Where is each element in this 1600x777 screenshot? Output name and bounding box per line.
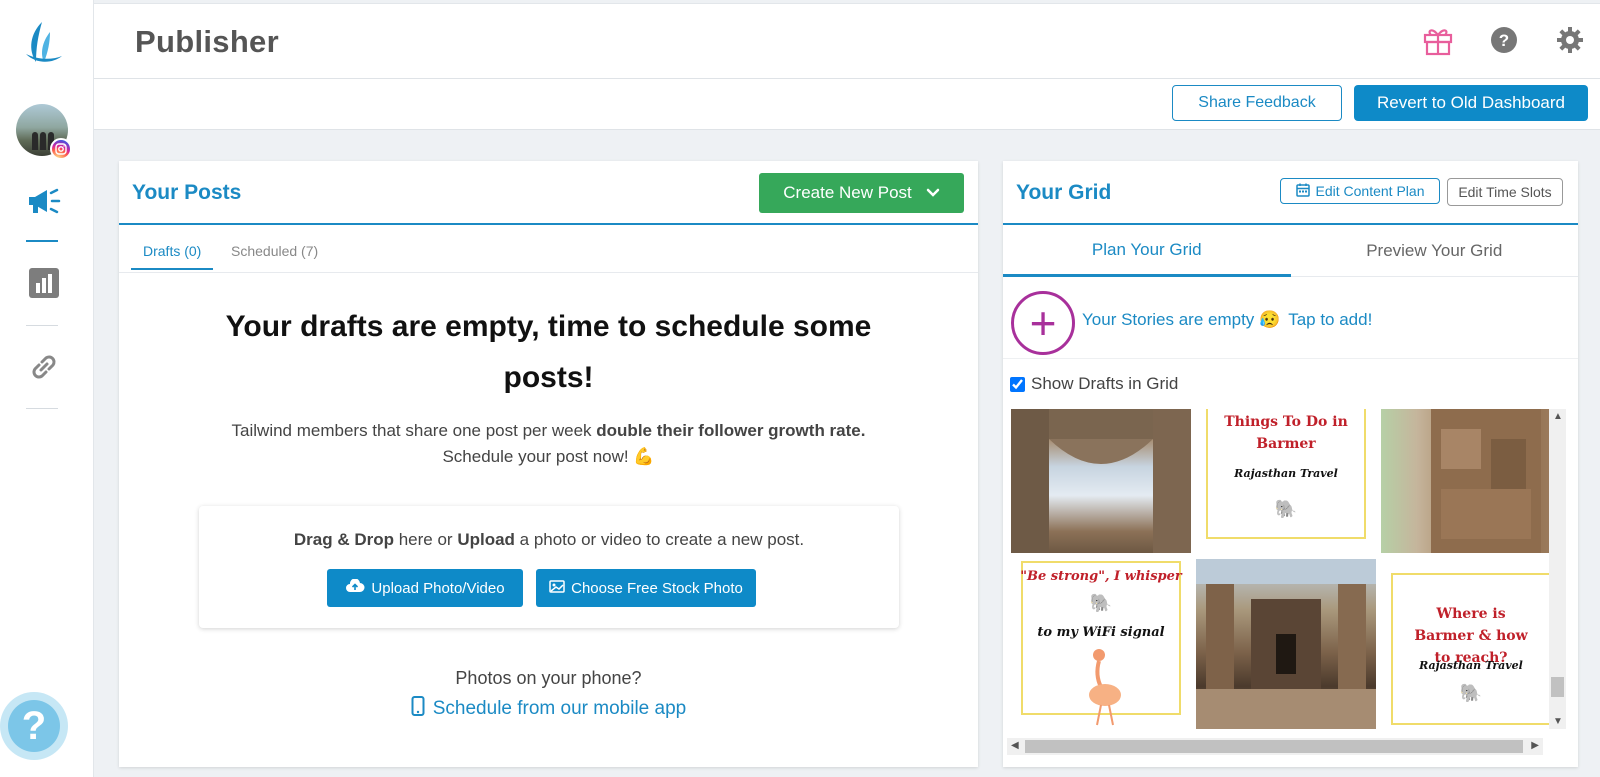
upload-dropzone[interactable]: Drag & Drop here or Upload a photo or vi… (199, 506, 899, 628)
posts-title: Your Posts (132, 181, 242, 204)
mobile-app-link[interactable]: Schedule from our mobile app (119, 696, 978, 722)
megaphone-icon[interactable] (26, 183, 62, 219)
chevron-down-icon (926, 183, 940, 203)
nav-active-indicator (26, 240, 58, 242)
page-title: Publisher (135, 24, 279, 59)
stories-empty-message: Your Stories are empty 😥 Tap to add! (1082, 310, 1372, 330)
edit-time-slots-button[interactable]: Edit Time Slots (1447, 178, 1563, 206)
show-drafts-label: Show Drafts in Grid (1031, 374, 1179, 393)
grid-title: Your Grid (1016, 181, 1112, 204)
sidebar: ? (0, 0, 94, 777)
empty-drafts-subtext: Tailwind members that share one post per… (119, 418, 978, 470)
grid-horizontal-scrollbar[interactable]: ◀ ▶ (1007, 738, 1543, 755)
cloud-upload-icon (345, 578, 365, 597)
card-logo: 🐘 (1459, 683, 1483, 704)
upload-button-label: Upload Photo/Video (371, 579, 505, 597)
card-title: Things To Do in Barmer (1224, 414, 1348, 452)
your-posts-panel: Your Posts Create New Post Drafts (0) Sc… (119, 161, 978, 767)
drop-tail-text: a photo or video to create a new post. (514, 530, 805, 549)
show-drafts-checkbox[interactable] (1010, 376, 1025, 392)
card-logo: 🐘 (1274, 499, 1298, 520)
scrollbar-thumb[interactable] (1025, 740, 1523, 753)
add-story-button[interactable]: + (1011, 291, 1075, 355)
card-title: "Be strong", I whisper (1020, 569, 1182, 584)
tab-scheduled[interactable]: Scheduled (7) (231, 243, 318, 268)
show-drafts-toggle[interactable]: Show Drafts in Grid (1010, 374, 1178, 394)
scroll-right-icon[interactable]: ▶ (1531, 740, 1539, 751)
instagram-icon (50, 138, 72, 160)
help-button[interactable]: ? (0, 692, 68, 760)
schedule-now-text: Schedule your post now! 💪 (442, 447, 655, 466)
gear-icon[interactable] (1554, 24, 1586, 56)
action-bar: Share Feedback Revert to Old Dashboard (94, 79, 1600, 130)
card-logo: 🐘 (1089, 593, 1113, 614)
choose-stock-photo-button[interactable]: Choose Free Stock Photo (536, 569, 756, 607)
drag-drop-label: Drag & Drop (293, 530, 394, 549)
stock-button-label: Choose Free Stock Photo (571, 579, 743, 597)
tab-drafts[interactable]: Drafts (0) (131, 243, 214, 270)
edit-content-plan-label: Edit Content Plan (1315, 183, 1425, 199)
account-avatar[interactable] (16, 104, 72, 160)
arch-photo (1011, 409, 1191, 553)
scroll-down-icon[interactable]: ▼ (1553, 716, 1563, 727)
edit-content-plan-button[interactable]: Edit Content Plan (1280, 178, 1440, 204)
link-icon[interactable] (26, 349, 62, 385)
your-grid-panel: Your Grid Edit Content Plan Edit Time Sl… (1003, 161, 1578, 767)
grid-tile[interactable]: "Be strong", I whisper 🐘 to my WiFi sign… (1011, 559, 1191, 729)
calendar-icon (1295, 183, 1310, 200)
carving-photo (1431, 409, 1541, 553)
scroll-up-icon[interactable]: ▲ (1553, 411, 1563, 422)
phone-icon (411, 696, 425, 722)
grid-tile[interactable]: Where is Barmer & how to reach? Rajastha… (1381, 559, 1560, 729)
growth-text-bold: double their follower growth rate. (596, 421, 866, 440)
stories-empty-text: Your Stories are empty 😥 (1082, 310, 1281, 329)
card-subtitle: to my WiFi signal (1037, 625, 1165, 640)
nav-divider (26, 325, 58, 326)
grid-tile[interactable] (1381, 409, 1560, 553)
grid-tiles: Things To Do in Barmer Rajasthan Travel … (1007, 409, 1560, 729)
scrollbar-thumb[interactable] (1551, 677, 1564, 697)
phone-question: Photos on your phone? (455, 668, 642, 688)
top-bar: Publisher ? (94, 3, 1600, 79)
top-icons: ? (1422, 24, 1586, 56)
nav-divider (26, 408, 58, 409)
grid-tile[interactable]: Things To Do in Barmer Rajasthan Travel … (1196, 409, 1376, 553)
question-icon[interactable]: ? (1488, 24, 1520, 56)
growth-text: Tailwind members that share one post per… (231, 421, 597, 440)
grid-header: Your Grid Edit Content Plan Edit Time Sl… (1003, 161, 1578, 225)
tab-plan-your-grid[interactable]: Plan Your Grid (1003, 225, 1291, 277)
image-icon (549, 579, 565, 597)
ostrich-illustration (1089, 649, 1121, 726)
grid-tile[interactable] (1011, 409, 1191, 553)
gift-icon[interactable] (1422, 24, 1454, 56)
grid-tabs: Plan Your Grid Preview Your Grid (1003, 225, 1578, 277)
svg-text:?: ? (1499, 31, 1509, 50)
dropzone-text: Drag & Drop here or Upload a photo or vi… (199, 530, 899, 550)
plus-icon: + (1029, 297, 1057, 349)
scroll-left-icon[interactable]: ◀ (1011, 740, 1019, 751)
posts-tabs: Drafts (0) Scheduled (7) (119, 225, 978, 273)
card-subtitle: Rajasthan Travel (1234, 467, 1338, 480)
tap-to-add-link[interactable]: Tap to add! (1288, 310, 1372, 330)
grid-tile[interactable] (1196, 559, 1376, 729)
stories-row: + Your Stories are empty 😥 Tap to add! (1003, 277, 1578, 359)
card-subtitle: Rajasthan Travel (1419, 659, 1523, 672)
tailwind-logo-icon[interactable] (22, 20, 64, 66)
drop-mid-text: here or (394, 530, 458, 549)
temple-photo (1196, 559, 1376, 729)
create-post-label: Create New Post (783, 183, 912, 202)
share-feedback-button[interactable]: Share Feedback (1172, 85, 1342, 121)
upload-photo-video-button[interactable]: Upload Photo/Video (327, 569, 523, 607)
tab-preview-your-grid[interactable]: Preview Your Grid (1291, 225, 1579, 277)
revert-dashboard-button[interactable]: Revert to Old Dashboard (1354, 85, 1588, 121)
empty-drafts-heading: Your drafts are empty, time to schedule … (225, 310, 872, 394)
mobile-app-label: Schedule from our mobile app (432, 698, 687, 719)
create-new-post-button[interactable]: Create New Post (759, 173, 964, 213)
posts-header: Your Posts Create New Post (119, 161, 978, 225)
grid-vertical-scrollbar[interactable]: ▲ ▼ (1549, 409, 1566, 729)
analytics-icon[interactable] (26, 265, 62, 301)
help-icon: ? (8, 700, 60, 752)
upload-label: Upload (457, 530, 515, 549)
